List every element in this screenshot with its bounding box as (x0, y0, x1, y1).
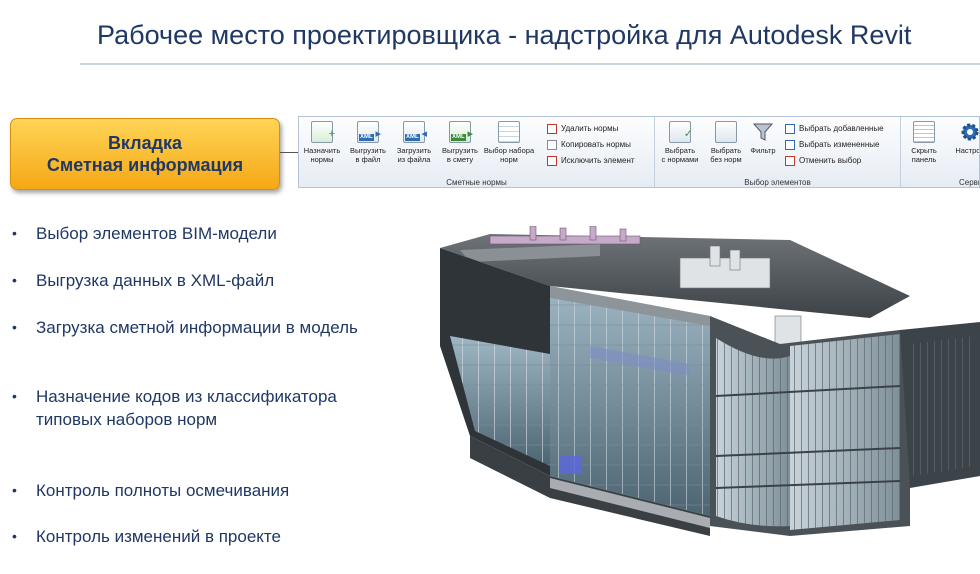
export-to-file-label-1: Выгрузить (350, 146, 386, 155)
hide-panel-icon (913, 121, 935, 143)
filter-label: Фильтр (750, 146, 776, 155)
bullet-dot: • (12, 272, 17, 288)
assign-norms-icon: + (311, 121, 335, 143)
bullet-dot: • (12, 225, 17, 241)
gear-icon (959, 121, 979, 143)
revit-ribbon: + Назначить нормы XML ▸ Выгрузить в файл … (298, 116, 980, 188)
tab-callout: Вкладка Сметная информация (10, 118, 280, 190)
select-changed-button[interactable]: Выбрать измененные (785, 138, 879, 151)
slide-title: Рабочее место проектировщика - надстройк… (97, 20, 912, 50)
list-item: • Выгрузка данных в XML-файл (12, 271, 275, 290)
select-with-norms-label-2: с нормами (661, 155, 699, 164)
ribbon-group-estimate-norms: + Назначить нормы XML ▸ Выгрузить в файл … (299, 117, 655, 187)
cancel-selection-button[interactable]: Отменить выбор (785, 154, 861, 167)
callout-line-1: Вкладка (107, 133, 183, 153)
assign-norms-label-2: нормы (310, 155, 334, 164)
assign-norms-button[interactable]: + Назначить нормы (299, 121, 345, 164)
filter-icon (752, 121, 774, 143)
export-to-estimate-label-2: в смету (446, 155, 474, 164)
select-changed-icon (785, 139, 795, 150)
title-divider (80, 63, 980, 65)
cancel-selection-label: Отменить выбор (799, 156, 862, 165)
xml-export-icon: XML ▸ (357, 121, 381, 143)
delete-norms-icon (547, 123, 557, 134)
copy-norms-icon (547, 139, 557, 150)
ribbon-group-label-selection: Выбор элементов (744, 178, 811, 187)
settings-button[interactable]: Настрой (947, 121, 979, 155)
filter-button[interactable]: Фильтр (743, 121, 783, 155)
bullet-dot: • (12, 388, 17, 404)
exclude-element-label: Исключить элемент (561, 156, 635, 165)
select-added-icon (785, 123, 795, 134)
hide-panel-button[interactable]: Скрыть панель (901, 121, 947, 164)
bullet-dot: • (12, 482, 17, 498)
cancel-selection-icon (785, 155, 795, 166)
bullet-dot: • (12, 528, 17, 544)
hide-panel-label-2: панель (911, 155, 937, 164)
settings-label: Настрой (955, 146, 979, 155)
list-item: • Назначение кодов из классификатора тип… (12, 387, 337, 429)
exclude-element-button[interactable]: Исключить элемент (547, 154, 635, 167)
copy-norms-label: Копировать нормы (561, 140, 631, 149)
choose-norm-set-label-1: Выбор набора (483, 146, 535, 155)
list-item: • Загрузка сметной информации в модель (12, 318, 358, 337)
choose-norm-set-button[interactable]: Выбор набора норм (483, 121, 535, 164)
ribbon-group-service: Скрыть панель Настрой Серви (901, 117, 979, 187)
export-to-file-button[interactable]: XML ▸ Выгрузить в файл (345, 121, 391, 164)
select-with-norms-button[interactable]: ✓ Выбрать с нормами (657, 121, 703, 164)
ribbon-group-element-selection: ✓ Выбрать с нормами Выбрать без норм Фил… (655, 117, 901, 187)
export-to-estimate-button[interactable]: XML ▸ Выгрузить в смету (437, 121, 483, 164)
norm-set-icon (498, 121, 520, 143)
list-item: • Выбор элементов BIM-модели (12, 224, 277, 243)
delete-norms-button[interactable]: Удалить нормы (547, 122, 618, 135)
xml-import-icon: XML ◂ (403, 121, 427, 143)
bim-building-model-image (440, 226, 980, 536)
import-from-file-label-1: Загрузить (396, 146, 432, 155)
select-changed-label: Выбрать измененные (799, 140, 880, 149)
assign-norms-label-1: Назначить (303, 146, 341, 155)
ribbon-group-label-service: Серви (959, 178, 979, 187)
choose-norm-set-label-2: норм (500, 155, 518, 164)
import-from-file-button[interactable]: XML ◂ Загрузить из файла (391, 121, 437, 164)
list-item: • Контроль полноты осмечивания (12, 481, 290, 500)
export-to-estimate-label-1: Выгрузить (442, 146, 478, 155)
export-to-file-label-2: в файл (355, 155, 381, 164)
select-with-norms-icon: ✓ (669, 121, 693, 143)
copy-norms-button[interactable]: Копировать нормы (547, 138, 631, 151)
list-item: • Контроль изменений в проекте (12, 527, 281, 546)
exclude-element-icon (547, 155, 557, 166)
callout-line-2: Сметная информация (46, 155, 244, 175)
select-with-norms-label-1: Выбрать (664, 146, 696, 155)
select-added-label: Выбрать добавленные (799, 124, 884, 133)
select-without-norms-label-2: без норм (710, 155, 742, 164)
bullet-dot: • (12, 319, 17, 335)
select-without-norms-icon (715, 121, 737, 143)
import-from-file-label-2: из файла (397, 155, 431, 164)
delete-norms-label: Удалить нормы (561, 124, 619, 133)
select-added-button[interactable]: Выбрать добавленные (785, 122, 884, 135)
hide-panel-label-1: Скрыть (911, 146, 937, 155)
xml-estimate-icon: XML ▸ (449, 121, 473, 143)
ribbon-group-label-norms: Сметные нормы (446, 178, 507, 187)
